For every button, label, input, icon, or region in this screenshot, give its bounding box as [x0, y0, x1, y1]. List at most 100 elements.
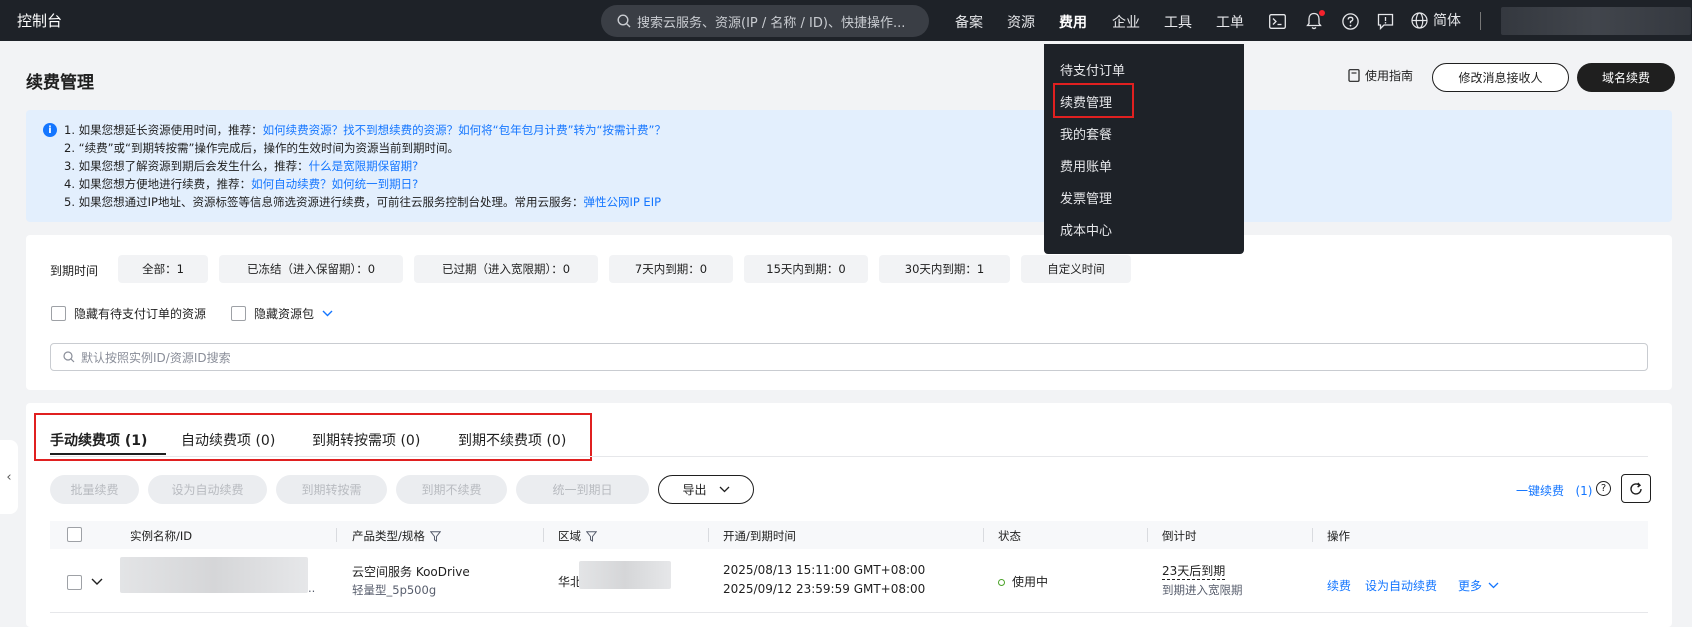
export-label: 导出	[682, 483, 707, 497]
notice-line-5: 5. 如果您想通过IP地址、资源标签等信息筛选资源进行续费，可前往云服务控制台处…	[64, 195, 662, 209]
unify-expiry-button[interactable]: 统一到期日	[516, 475, 649, 504]
help-icon[interactable]	[1339, 10, 1361, 32]
export-button[interactable]: 导出	[658, 475, 754, 504]
refresh-button[interactable]	[1621, 474, 1651, 503]
renew-link[interactable]: 续费	[1327, 577, 1351, 594]
filter-chip-7days[interactable]: 7天内到期：0	[609, 255, 733, 283]
status-badge: 使用中	[998, 573, 1048, 590]
auto-renew-link[interactable]: 如何自动续费？如何统一到期日?	[251, 177, 418, 191]
filter-chip-frozen[interactable]: 已冻结（进入保留期）：0	[219, 255, 403, 283]
expire-time: 2025/09/12 23:59:59 GMT+08:00	[723, 582, 926, 596]
menu-highlight-box	[1053, 83, 1134, 118]
feedback-icon[interactable]	[1374, 10, 1396, 32]
col-product: 产品类型/规格	[352, 528, 441, 544]
table-row: .. 云空间服务 KooDrive 轻量型_5p500g 华北 2025/08/…	[50, 549, 1648, 613]
filter-chip-all[interactable]: 全部：1	[118, 255, 208, 283]
notice-line-2: 2. “续费”或“到期转按需”操作完成后，操作的生效时间为资源当前到期时间。	[64, 141, 459, 155]
tab-manual-renew[interactable]: 手动续费项 (1)	[50, 430, 147, 450]
nav-item-resource[interactable]: 资源	[1007, 12, 1035, 32]
domain-renew-button[interactable]: 域名续费	[1577, 63, 1675, 92]
modify-receiver-button[interactable]: 修改消息接收人	[1432, 63, 1569, 92]
menu-item-cost-center[interactable]: 成本中心	[1060, 220, 1112, 239]
hide-package-checkbox[interactable]: 隐藏资源包	[231, 305, 333, 322]
global-search-placeholder: 搜索云服务、资源(IP / 名称 / ID)、快捷操作...	[637, 15, 906, 31]
region-redacted	[579, 561, 671, 589]
console-brand[interactable]: 控制台	[17, 10, 62, 31]
nav-item-ticket[interactable]: 工单	[1216, 12, 1244, 32]
filter-icon[interactable]	[429, 530, 441, 542]
chevron-down-icon[interactable]	[322, 310, 333, 317]
to-ondemand-button[interactable]: 到期转按需	[276, 475, 387, 504]
menu-item-bills[interactable]: 费用账单	[1060, 156, 1112, 175]
renew-help-link[interactable]: 如何续费资源？找不到想续费的资源？如何将“包年包月计费”转为“按需计费”？	[263, 123, 666, 137]
page-title: 续费管理	[26, 73, 94, 93]
help-icon[interactable]: ?	[1596, 481, 1611, 496]
checkbox[interactable]	[51, 306, 66, 321]
product-name: 云空间服务 KooDrive	[352, 565, 470, 579]
chevron-down-icon	[719, 486, 729, 493]
renewal-table-panel: 手动续费项 (1) 自动续费项 (0) 到期转按需项 (0) 到期不续费项 (0…	[26, 403, 1672, 627]
filter-icon[interactable]	[586, 530, 597, 542]
eip-link[interactable]: 弹性公网IP EIP	[583, 195, 661, 209]
chevron-left-icon: ‹	[6, 469, 12, 485]
notice-line-3: 3. 如果您想了解资源到期后会发生什么，推荐：什么是宽限期保留期?	[64, 159, 419, 173]
menu-item-pending-orders[interactable]: 待支付订单	[1060, 60, 1125, 79]
bell-icon[interactable]	[1303, 10, 1325, 32]
notice-line-1: 1. 如果您想延长资源使用时间，推荐：如何续费资源？找不到想续费的资源？如何将“…	[64, 123, 666, 137]
select-all-checkbox[interactable]	[67, 527, 82, 542]
notification-dot	[1319, 10, 1325, 16]
guide-link[interactable]: 使用指南	[1348, 67, 1413, 84]
nav-item-enterprise[interactable]: 企业	[1112, 12, 1140, 32]
nav-item-tools[interactable]: 工具	[1164, 12, 1192, 32]
tab-to-ondemand[interactable]: 到期转按需项 (0)	[312, 430, 420, 450]
table-header: 实例名称/ID 产品类型/规格 区域 开通/到期时间 状态 倒计时 操作	[50, 521, 1648, 549]
col-region: 区域	[558, 528, 597, 544]
search-icon	[617, 14, 631, 28]
menu-item-my-packages[interactable]: 我的套餐	[1060, 124, 1112, 143]
status-dot-icon	[998, 579, 1005, 586]
nav-item-billing[interactable]: 费用	[1059, 12, 1087, 32]
set-auto-renew-button[interactable]: 设为自动续费	[148, 475, 267, 504]
instance-name-redacted[interactable]	[120, 557, 308, 593]
language-label: 简体	[1433, 13, 1461, 29]
col-status: 状态	[998, 529, 1021, 543]
row-checkbox[interactable]	[67, 575, 82, 590]
active-tab-indicator	[50, 453, 166, 455]
nav-item-beian[interactable]: 备案	[955, 12, 983, 32]
info-icon: i	[43, 123, 57, 137]
countdown[interactable]: 23天后到期	[1162, 562, 1226, 580]
countdown-note: 到期进入宽限期	[1162, 583, 1243, 597]
tab-no-renew[interactable]: 到期不续费项 (0)	[458, 430, 566, 450]
info-notice: i 1. 如果您想延长资源使用时间，推荐：如何续费资源？找不到想续费的资源？如何…	[26, 110, 1672, 222]
hide-pending-checkbox[interactable]: 隐藏有待支付订单的资源	[51, 305, 206, 322]
chevron-down-icon[interactable]	[91, 578, 103, 586]
tabs-divider	[50, 456, 1648, 457]
grace-period-link[interactable]: 什么是宽限期保留期?	[309, 159, 419, 173]
chevron-down-icon	[1488, 582, 1499, 589]
filter-chip-30days[interactable]: 30天内到期：1	[879, 255, 1010, 283]
notice-line-4: 4. 如果您想方便地进行续费，推荐：如何自动续费？如何统一到期日?	[64, 177, 419, 191]
globe-icon	[1411, 11, 1428, 29]
filter-chip-custom[interactable]: 自定义时间	[1021, 255, 1131, 283]
resource-search-placeholder: 默认按照实例ID/资源ID搜索	[81, 350, 231, 365]
filter-chip-expired[interactable]: 已过期（进入宽限期）：0	[414, 255, 598, 283]
checkbox[interactable]	[231, 306, 246, 321]
account-menu[interactable]	[1501, 7, 1691, 35]
batch-renew-button[interactable]: 批量续费	[50, 475, 139, 504]
top-bar: 控制台 搜索云服务、资源(IP / 名称 / ID)、快捷操作... 备案 资源…	[0, 0, 1692, 41]
language-switch[interactable]: 简体	[1411, 10, 1461, 30]
set-auto-renew-link[interactable]: 设为自动续费	[1365, 577, 1437, 594]
col-instance: 实例名称/ID	[130, 529, 193, 543]
filter-chip-15days[interactable]: 15天内到期：0	[744, 255, 868, 283]
sidebar-expand-handle[interactable]: ‹	[0, 440, 18, 514]
instance-id-ellipsis: ..	[308, 581, 316, 595]
more-menu[interactable]: 更多	[1458, 577, 1499, 594]
tab-auto-renew[interactable]: 自动续费项 (0)	[181, 430, 275, 450]
one-click-renew-link[interactable]: 一键续费 (1)	[1516, 482, 1592, 499]
menu-item-invoices[interactable]: 发票管理	[1060, 188, 1112, 207]
guide-label: 使用指南	[1365, 69, 1414, 83]
no-renew-button[interactable]: 到期不续费	[396, 475, 507, 504]
terminal-icon[interactable]	[1266, 10, 1288, 32]
resource-search-input[interactable]: 默认按照实例ID/资源ID搜索	[50, 343, 1648, 371]
global-search-input[interactable]: 搜索云服务、资源(IP / 名称 / ID)、快捷操作...	[601, 5, 929, 37]
